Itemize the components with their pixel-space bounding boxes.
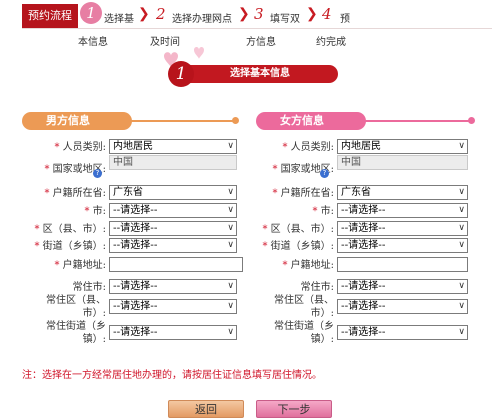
female-res-district-label: 常住区（县、 市）: xyxy=(274,295,334,319)
chevron-down-icon: ∨ xyxy=(227,187,234,197)
female-street-select[interactable]: --请选择-- ∨ xyxy=(337,238,468,253)
chevron-down-icon: ∨ xyxy=(227,141,234,151)
female-address-input[interactable] xyxy=(337,257,468,272)
male-city-select[interactable]: --请选择-- ∨ xyxy=(109,203,237,218)
section-number: 1 xyxy=(168,61,194,87)
male-address-label: 户籍地址: xyxy=(62,260,106,271)
male-city-label: 市: xyxy=(92,206,106,217)
section-title: 1 选择基本信息 xyxy=(168,61,338,87)
flow-tag: 预约流程 xyxy=(22,4,78,28)
male-res-city-select[interactable]: --请选择-- ∨ xyxy=(109,279,237,294)
male-province-select[interactable]: 广东省 ∨ xyxy=(109,185,237,200)
male-street-select[interactable]: --请选择-- ∨ xyxy=(109,238,237,253)
chevron-down-icon: ∨ xyxy=(458,223,465,233)
male-person-type-label: 人员类别: xyxy=(62,142,106,153)
residence-note: 注：选择在一方经常居住地办理的，请按居住证信息填写居住情况。 xyxy=(22,370,322,381)
male-header-line xyxy=(120,120,234,122)
step-2-label: 选择办理网点 xyxy=(172,14,232,25)
next-button[interactable]: 下一步 xyxy=(256,400,332,418)
male-res-street-label: 常住街道（乡 镇）: xyxy=(46,321,106,345)
step-1-sub: 本信息 xyxy=(78,37,108,48)
female-province-select[interactable]: 广东省 ∨ xyxy=(337,185,468,200)
chevron-down-icon: ∨ xyxy=(227,327,234,337)
female-header-dot xyxy=(468,117,475,124)
female-person-type-select[interactable]: 内地居民 ∨ xyxy=(337,139,468,154)
female-city-label: 市: xyxy=(320,206,334,217)
female-city-select[interactable]: --请选择-- ∨ xyxy=(337,203,468,218)
step-4-sub: 约完成 xyxy=(316,37,346,48)
step-progress-bar: 预约流程 1 选择基 ❯ 2 选择办理网点 ❯ 3 填写双 ❯ 4 预 本信息 … xyxy=(0,0,500,50)
chevron-right-icon: ❯ xyxy=(138,6,150,22)
female-district-select[interactable]: --请选择-- ∨ xyxy=(337,221,468,236)
step-3-number: 3 xyxy=(254,5,264,23)
chevron-down-icon: ∨ xyxy=(227,240,234,250)
chevron-right-icon: ❯ xyxy=(306,6,318,22)
male-district-label: 区（县、市）: xyxy=(42,224,106,235)
chevron-down-icon: ∨ xyxy=(227,281,234,291)
step-4-label: 预 xyxy=(340,14,350,25)
chevron-down-icon: ∨ xyxy=(458,327,465,337)
chevron-down-icon: ∨ xyxy=(458,281,465,291)
male-province-label: 户籍所在省: xyxy=(52,188,106,199)
male-address-input[interactable] xyxy=(109,257,243,272)
male-res-street-select[interactable]: --请选择-- ∨ xyxy=(109,325,237,340)
female-res-street-label: 常住街道（乡 镇）: xyxy=(274,321,334,345)
female-panel-header: 女方信息 xyxy=(256,112,366,130)
female-res-city-select[interactable]: --请选择-- ∨ xyxy=(337,279,468,294)
help-icon[interactable]: ? xyxy=(320,169,329,178)
chevron-down-icon: ∨ xyxy=(227,223,234,233)
female-district-label: 区（县、市）: xyxy=(270,224,334,235)
female-res-district-select[interactable]: --请选择-- ∨ xyxy=(337,299,468,314)
step-2-number: 2 xyxy=(156,5,166,23)
male-district-select[interactable]: --请选择-- ∨ xyxy=(109,221,237,236)
chevron-down-icon: ∨ xyxy=(458,301,465,311)
step-4-number: 4 xyxy=(322,5,332,23)
female-res-street-select[interactable]: --请选择-- ∨ xyxy=(337,325,468,340)
male-res-district-label: 常住区（县、 市）: xyxy=(46,295,106,319)
step-3-label: 填写双 xyxy=(270,14,300,25)
female-address-label: 户籍地址: xyxy=(290,260,334,271)
step-3-sub: 方信息 xyxy=(246,37,276,48)
female-header-line xyxy=(354,120,470,122)
chevron-down-icon: ∨ xyxy=(227,205,234,215)
step-1-label: 选择基 xyxy=(104,14,134,25)
step-1-number: 1 xyxy=(80,2,102,24)
section-title-text: 选择基本信息 xyxy=(182,65,338,83)
male-country-field: 中国 xyxy=(109,155,237,170)
help-icon[interactable]: ? xyxy=(93,169,102,178)
header-divider xyxy=(22,28,492,29)
male-person-type-select[interactable]: 内地居民 ∨ xyxy=(109,139,237,154)
female-province-label: 户籍所在省: xyxy=(280,188,334,199)
male-street-label: 街道（乡镇）: xyxy=(42,241,106,252)
chevron-down-icon: ∨ xyxy=(458,141,465,151)
chevron-down-icon: ∨ xyxy=(458,205,465,215)
chevron-down-icon: ∨ xyxy=(458,187,465,197)
back-button[interactable]: 返回 xyxy=(168,400,244,418)
male-res-city-label: 常住市: xyxy=(72,282,106,293)
male-panel-header: 男方信息 xyxy=(22,112,132,130)
male-res-district-select[interactable]: --请选择-- ∨ xyxy=(109,299,237,314)
female-person-type-label: 人员类别: xyxy=(290,142,334,153)
male-header-dot xyxy=(232,117,239,124)
female-res-city-label: 常住市: xyxy=(300,282,334,293)
chevron-down-icon: ∨ xyxy=(458,240,465,250)
chevron-down-icon: ∨ xyxy=(227,301,234,311)
chevron-right-icon: ❯ xyxy=(238,6,250,22)
female-country-field: 中国 xyxy=(337,155,468,170)
female-street-label: 街道（乡镇）: xyxy=(270,241,334,252)
